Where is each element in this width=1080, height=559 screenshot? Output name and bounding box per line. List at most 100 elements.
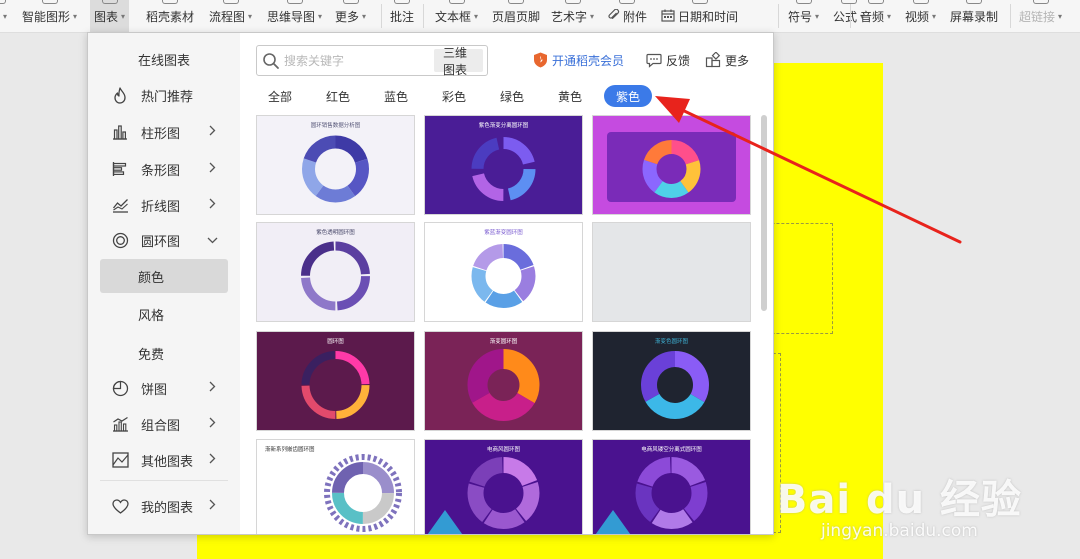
toolbar-item-12[interactable]: 日期和时间 — [661, 0, 738, 33]
toolbar-item-3[interactable]: 稻壳素材 — [146, 0, 194, 33]
template-thumbnail — [593, 223, 750, 321]
feedback-link[interactable]: 反馈 — [646, 50, 690, 70]
sidebar-item-10[interactable]: 其他图表 — [100, 443, 228, 477]
toolbar-item-8[interactable]: 文本框 ▾ — [435, 0, 478, 33]
heart-icon — [111, 497, 129, 515]
color-tab-5[interactable]: 黄色 — [546, 85, 594, 107]
chevron-right-icon — [204, 162, 220, 177]
color-tab-2[interactable]: 蓝色 — [372, 85, 420, 107]
template-card-1[interactable]: 紫色渐变分离圆环图 — [424, 115, 583, 215]
toolbar-item-13[interactable]: 符号 ▾ — [788, 0, 819, 33]
toolbar-item-0[interactable]: 表▾ — [0, 0, 7, 33]
feedback-label[interactable]: 反馈 — [666, 52, 690, 69]
toolbar-item-label: 日期和时间 — [678, 10, 739, 24]
chevron-down-icon: ▾ — [121, 12, 126, 21]
toolbar-item-18[interactable]: 超链接 ▾ — [1019, 0, 1062, 33]
toolbar-item-4[interactable]: 流程图 ▾ — [209, 0, 252, 33]
toolbar-item-2[interactable]: 图表 ▾ — [90, 0, 130, 33]
sidebar-item-6[interactable]: 风格 — [100, 297, 228, 331]
toolbar-separator — [423, 4, 424, 28]
vip-link[interactable]: 开通稻壳会员 — [533, 50, 624, 70]
toolbar-item-10[interactable]: 艺术字 ▾ — [551, 0, 594, 33]
color-tab-3[interactable]: 彩色 — [430, 85, 478, 107]
search-icon[interactable] — [262, 48, 280, 74]
search-box[interactable]: 三维图表 — [256, 45, 488, 77]
toolbar-item-15[interactable]: 音频 ▾ — [860, 0, 891, 33]
template-title: 圆环图 — [327, 337, 344, 345]
sidebar-item-label: 热门推荐 — [141, 89, 194, 105]
template-card-6[interactable]: 圆环图 — [256, 331, 415, 431]
sidebar-item-5[interactable]: 颜色 — [100, 259, 228, 293]
chevron-down-icon: ▾ — [248, 12, 253, 21]
donut-chart-icon — [111, 231, 129, 249]
template-scrollbar[interactable] — [761, 115, 767, 311]
toolbar-icon — [564, 0, 581, 4]
more-link[interactable]: 更多 — [705, 50, 749, 70]
toolbar-item-label: 符号 — [788, 10, 813, 24]
vip-label[interactable]: 开通稻壳会员 — [552, 52, 624, 69]
chevron-down-icon: ▾ — [474, 12, 479, 21]
chevron-right-icon — [204, 125, 220, 140]
chevron-down-icon: ▾ — [887, 12, 892, 21]
sidebar-item-label: 免费 — [138, 347, 165, 363]
toolbar-icon — [222, 0, 239, 4]
toolbar-item-17[interactable]: 屏幕录制 — [950, 0, 998, 33]
sidebar-item-7[interactable]: 免费 — [100, 336, 228, 370]
template-thumbnail: 电商风圆环图 — [425, 440, 582, 534]
color-tab-0[interactable]: 全部 — [256, 85, 304, 107]
template-card-2[interactable] — [592, 115, 751, 215]
feedback-icon — [646, 53, 662, 68]
template-thumbnail: 圆环销售数据分析图 — [257, 116, 414, 214]
chevron-down-icon: ▾ — [590, 12, 595, 21]
template-card-8[interactable]: 渐变色圆环图 — [592, 331, 751, 431]
toolbar-item-6[interactable]: 更多 ▾ — [335, 0, 366, 33]
color-tab-1[interactable]: 红色 — [314, 85, 362, 107]
template-card-11[interactable]: 电商风镂空分离式圆环图 — [592, 439, 751, 534]
toolbar-item-16[interactable]: 视频 ▾ — [905, 0, 936, 33]
sidebar-item-11[interactable]: 我的图表 — [100, 489, 228, 523]
sidebar-item-0[interactable]: 热门推荐 — [100, 78, 228, 112]
template-card-3[interactable]: 紫色透明圆环图 — [256, 222, 415, 322]
color-tab-4[interactable]: 绿色 — [488, 85, 536, 107]
toolbar-item-label: 批注 — [390, 10, 415, 24]
color-tab-6[interactable]: 紫色 — [604, 85, 653, 107]
toolbar-icon — [867, 0, 884, 4]
template-card-4[interactable]: 紫蓝渐变圆环图 — [424, 222, 583, 322]
toolbar-icon — [101, 0, 118, 4]
vip-shield-icon — [534, 52, 547, 68]
sidebar-item-8[interactable]: 饼图 — [100, 371, 228, 405]
sidebar-item-label: 圆环图 — [141, 234, 181, 250]
template-card-5[interactable] — [592, 222, 751, 322]
toolbar-item-label: 屏幕录制 — [950, 10, 999, 24]
template-thumbnail: 渐变色圆环图 — [593, 332, 750, 430]
sidebar-item-label: 条形图 — [141, 163, 181, 179]
template-card-7[interactable]: 渐变圆环图 — [424, 331, 583, 431]
toolbar-item-9[interactable]: 页眉页脚 — [492, 0, 540, 33]
template-card-0[interactable]: 圆环销售数据分析图 — [256, 115, 415, 215]
search-tag-3d-chart[interactable]: 三维图表 — [434, 46, 483, 77]
toolbar-icon — [286, 0, 303, 4]
chevron-right-icon — [204, 417, 220, 432]
search-input[interactable] — [280, 48, 434, 73]
toolbar-glyph-icon — [607, 8, 620, 25]
template-card-10[interactable]: 电商风圆环图 — [424, 439, 583, 534]
template-thumbnail: 电商风镂空分离式圆环图 — [593, 440, 750, 534]
sidebar-item-9[interactable]: 组合图 — [100, 407, 228, 441]
sidebar-item-3[interactable]: 折线图 — [100, 188, 228, 222]
chevron-down-icon: ▾ — [1058, 12, 1063, 21]
toolbar-item-1[interactable]: 智能图形 ▾ — [22, 0, 77, 33]
toolbar-item-11[interactable]: 附件 — [607, 0, 647, 33]
toolbar-item-label: 智能图形 — [22, 10, 71, 24]
sidebar-item-2[interactable]: 条形图 — [100, 152, 228, 186]
toolbar-separator — [778, 4, 779, 28]
toolbar-item-label: 页眉页脚 — [492, 10, 541, 24]
template-card-9[interactable]: 渐新系列嵌齿圆环图 — [256, 439, 415, 534]
other-chart-icon — [111, 451, 129, 469]
toolbar-item-label: 稻壳素材 — [146, 10, 195, 24]
toolbar-item-5[interactable]: 思维导图 ▾ — [267, 0, 322, 33]
sidebar-item-1[interactable]: 柱形图 — [100, 115, 228, 149]
more-label[interactable]: 更多 — [725, 52, 749, 69]
sidebar-item-4[interactable]: 圆环图 — [100, 223, 228, 257]
toolbar-item-7[interactable]: 批注 — [390, 0, 414, 33]
template-thumbnail: 渐新系列嵌齿圆环图 — [257, 440, 414, 534]
